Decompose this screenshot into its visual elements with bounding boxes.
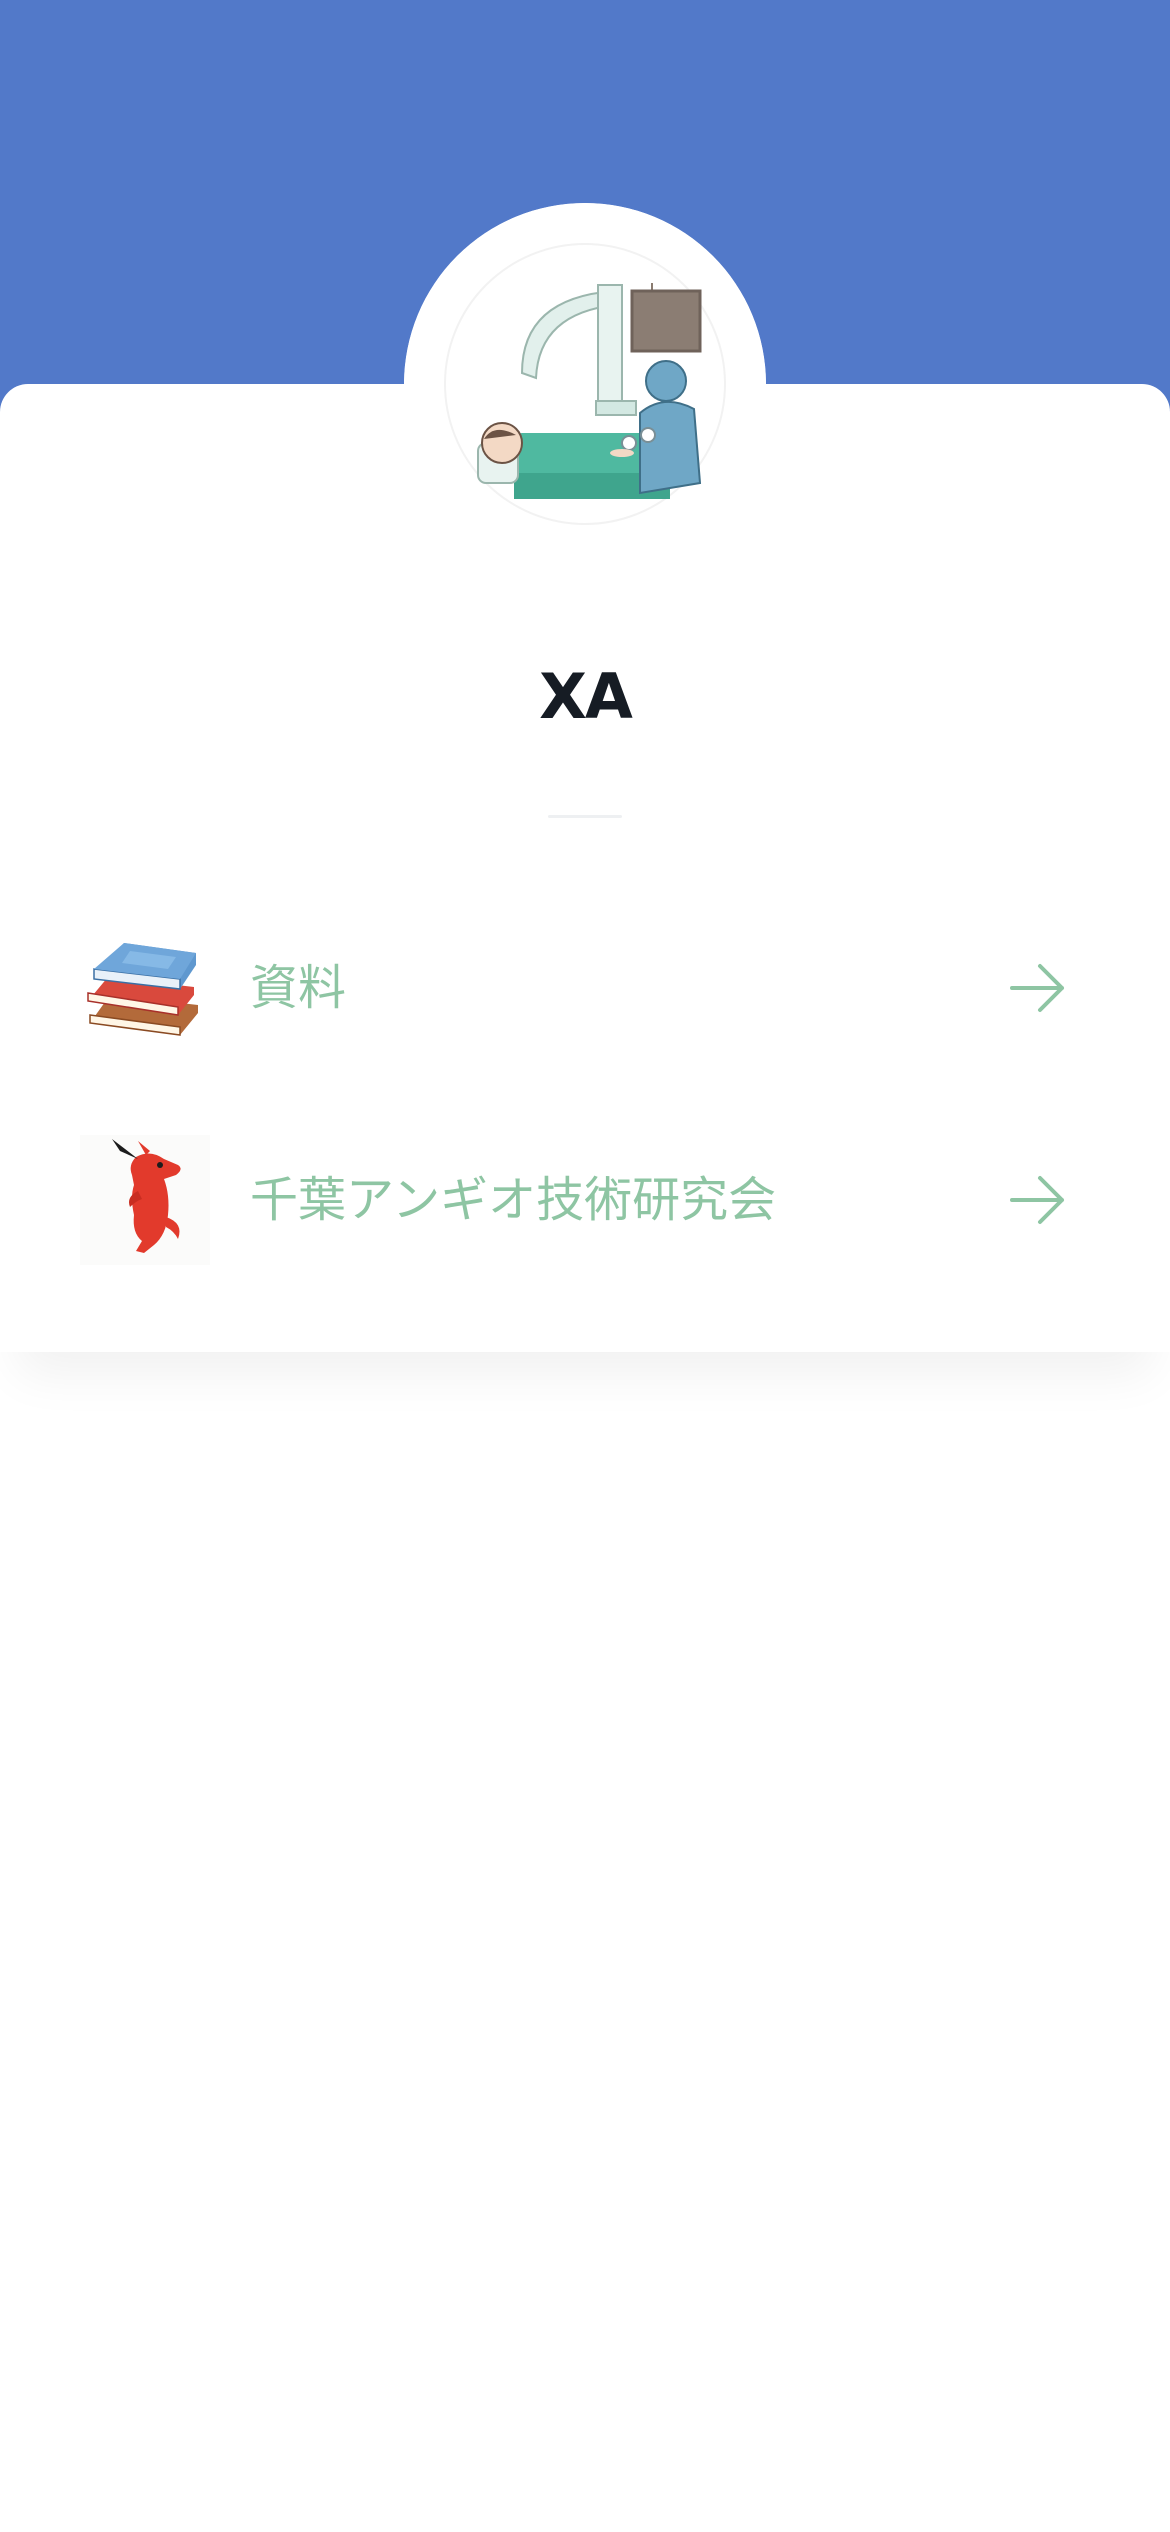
profile-title: XA <box>539 660 633 733</box>
arrow-right-icon <box>1008 960 1068 1016</box>
link-item-materials[interactable]: 資料 <box>0 913 1170 1063</box>
red-mascot-icon <box>80 1135 210 1265</box>
link-thumbnail <box>80 923 210 1053</box>
stack-of-books-icon <box>87 943 198 1036</box>
link-label: 資料 <box>250 960 347 1016</box>
profile-avatar <box>404 203 766 565</box>
arrow-right-icon <box>1008 1172 1068 1228</box>
link-thumbnail <box>80 1135 210 1265</box>
link-label: 千葉アンギオ技術研究会 <box>250 1172 777 1228</box>
link-item-chiba-angio-society[interactable]: 千葉アンギオ技術研究会 <box>0 1125 1170 1275</box>
angiography-procedure-icon <box>404 203 766 565</box>
divider <box>548 815 622 818</box>
link-profile-page: XA 資料 千葉アンギオ技術研究会 <box>0 0 1170 2532</box>
